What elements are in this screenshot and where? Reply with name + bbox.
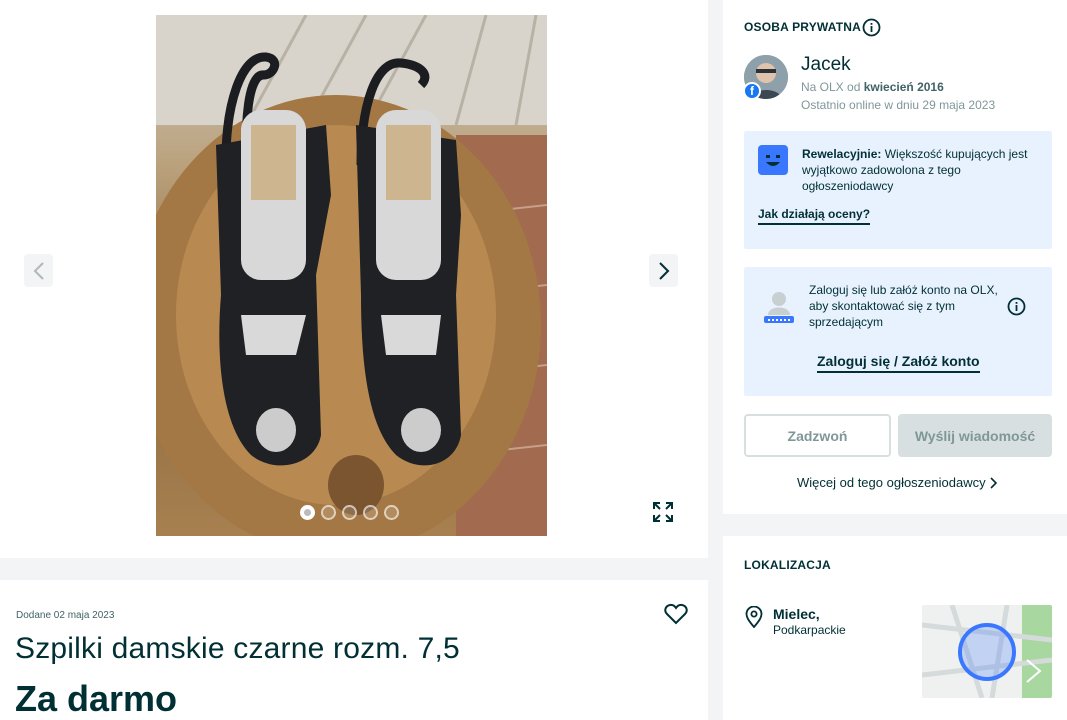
map-thumbnail (922, 605, 1052, 698)
rating-description: Rewelacyjnie: Większość kupujących jest … (802, 147, 1028, 193)
posted-date: Dodane 02 maja 2023 (16, 610, 115, 621)
photo-pagination (300, 505, 399, 520)
previous-photo-button[interactable] (24, 254, 53, 287)
login-prompt-text: Zaloguj się lub załóż konto na OLX, aby … (809, 283, 998, 329)
chevron-left-icon (33, 261, 44, 280)
user-login-icon (764, 292, 794, 323)
login-register-link[interactable]: Zaloguj się / Załóż konto (817, 353, 980, 373)
info-icon[interactable] (1007, 297, 1026, 316)
chevron-right-icon (658, 261, 669, 280)
photo-dot[interactable] (300, 505, 315, 520)
facebook-icon: f (743, 82, 761, 100)
chevron-right-icon (990, 476, 997, 489)
favorite-button[interactable] (663, 603, 689, 627)
shoes-illustration (156, 15, 547, 536)
seller-card: OSOBA PRYWATNA f Jacek Na OLX od kwiecie… (723, 0, 1067, 514)
more-from-seller-label: Więcej od tego ogłoszeniodawcy (797, 475, 986, 490)
how-ratings-work-link[interactable]: Jak działają oceny? (758, 207, 871, 225)
location-region: Podkarpackie (773, 623, 846, 637)
member-since: Na OLX od kwiecień 2016 (801, 80, 944, 94)
location-map[interactable] (922, 605, 1052, 698)
fullscreen-button[interactable] (646, 495, 680, 529)
login-prompt-box: Zaloguj się lub załóż konto na OLX, aby … (744, 267, 1052, 396)
send-message-button[interactable]: Wyślij wiadomość (898, 414, 1052, 457)
ad-title: Szpilki damskie czarne rozm. 7,5 (15, 632, 460, 665)
location-card: LOKALIZACJA Mielec, Podkarpackie (723, 536, 1067, 720)
location-pin-icon (745, 606, 763, 628)
more-from-seller-link[interactable]: Więcej od tego ogłoszeniodawcy (797, 475, 998, 490)
photo-dot[interactable] (384, 505, 399, 520)
info-icon[interactable] (862, 18, 881, 37)
photo-dot[interactable] (363, 505, 378, 520)
heart-icon (664, 603, 688, 625)
image-gallery (0, 0, 708, 558)
location-label: LOKALIZACJA (744, 558, 831, 572)
next-photo-button[interactable] (649, 254, 678, 287)
expand-icon (653, 502, 673, 522)
last-online: Ostatnio online w dniu 29 maja 2023 (801, 98, 996, 112)
location-city: Mielec, (773, 606, 820, 622)
smiley-icon (758, 145, 788, 175)
listing-photo[interactable] (156, 15, 547, 536)
photo-dot[interactable] (321, 505, 336, 520)
rating-box: Rewelacyjnie: Większość kupujących jest … (744, 131, 1052, 249)
ad-price: Za darmo (15, 678, 178, 719)
seller-type-label: OSOBA PRYWATNA (744, 20, 862, 34)
photo-dot[interactable] (342, 505, 357, 520)
call-button[interactable]: Zadzwoń (744, 414, 891, 457)
seller-name: Jacek (801, 54, 851, 75)
ad-details: Dodane 02 maja 2023 Szpilki damskie czar… (0, 580, 708, 720)
